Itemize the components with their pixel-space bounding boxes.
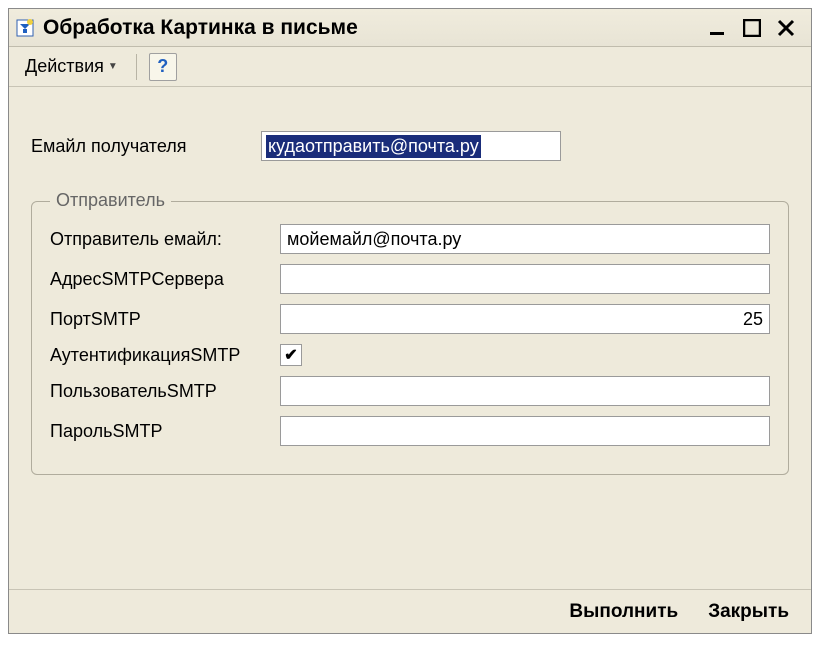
smtp-port-input[interactable] [280,304,770,334]
recipient-value: кудаотправить@почта.ру [266,135,481,158]
recipient-label: Емайл получателя [31,136,261,157]
smtp-port-row: ПортSMTP [50,304,770,334]
close-window-button[interactable]: Закрыть [702,597,795,627]
execute-button[interactable]: Выполнить [563,597,684,627]
chevron-down-icon: ▼ [108,61,118,72]
close-button[interactable] [775,17,797,39]
content-area: Емайл получателя кудаотправить@почта.ру … [9,87,811,589]
sender-email-input[interactable] [280,224,770,254]
smtp-address-label: АдресSMTPСервера [50,269,280,290]
smtp-user-input[interactable] [280,376,770,406]
recipient-row: Емайл получателя кудаотправить@почта.ру [31,131,789,161]
toolbar: Действия ▼ ? [9,47,811,87]
smtp-password-row: ПарольSMTP [50,416,770,446]
smtp-auth-checkbox[interactable]: ✔ [280,344,302,366]
help-button[interactable]: ? [149,53,177,81]
smtp-auth-label: АутентификацияSMTP [50,345,280,366]
smtp-address-row: АдресSMTPСервера [50,264,770,294]
actions-menu[interactable]: Действия ▼ [19,52,124,81]
check-icon: ✔ [284,345,297,365]
maximize-button[interactable] [741,17,763,39]
smtp-address-input[interactable] [280,264,770,294]
actions-label: Действия [25,56,104,77]
footer: Выполнить Закрыть [9,589,811,633]
sender-legend: Отправитель [50,190,171,211]
app-icon [15,18,35,38]
sender-email-label: Отправитель емайл: [50,229,280,250]
app-window: Обработка Картинка в письме Действия ▼ ?… [8,8,812,634]
smtp-password-input[interactable] [280,416,770,446]
window-title: Обработка Картинка в письме [43,16,707,40]
sender-fieldset: Отправитель Отправитель емайл: АдресSMTP… [31,201,789,475]
smtp-auth-row: АутентификацияSMTP ✔ [50,344,770,366]
recipient-input[interactable]: кудаотправить@почта.ру [261,131,561,161]
titlebar: Обработка Картинка в письме [9,9,811,47]
smtp-port-label: ПортSMTP [50,309,280,330]
smtp-user-label: ПользовательSMTP [50,381,280,402]
smtp-user-row: ПользовательSMTP [50,376,770,406]
smtp-password-label: ПарольSMTP [50,421,280,442]
toolbar-separator [136,54,137,80]
minimize-button[interactable] [707,17,729,39]
sender-email-row: Отправитель емайл: [50,224,770,254]
window-controls [707,17,805,39]
